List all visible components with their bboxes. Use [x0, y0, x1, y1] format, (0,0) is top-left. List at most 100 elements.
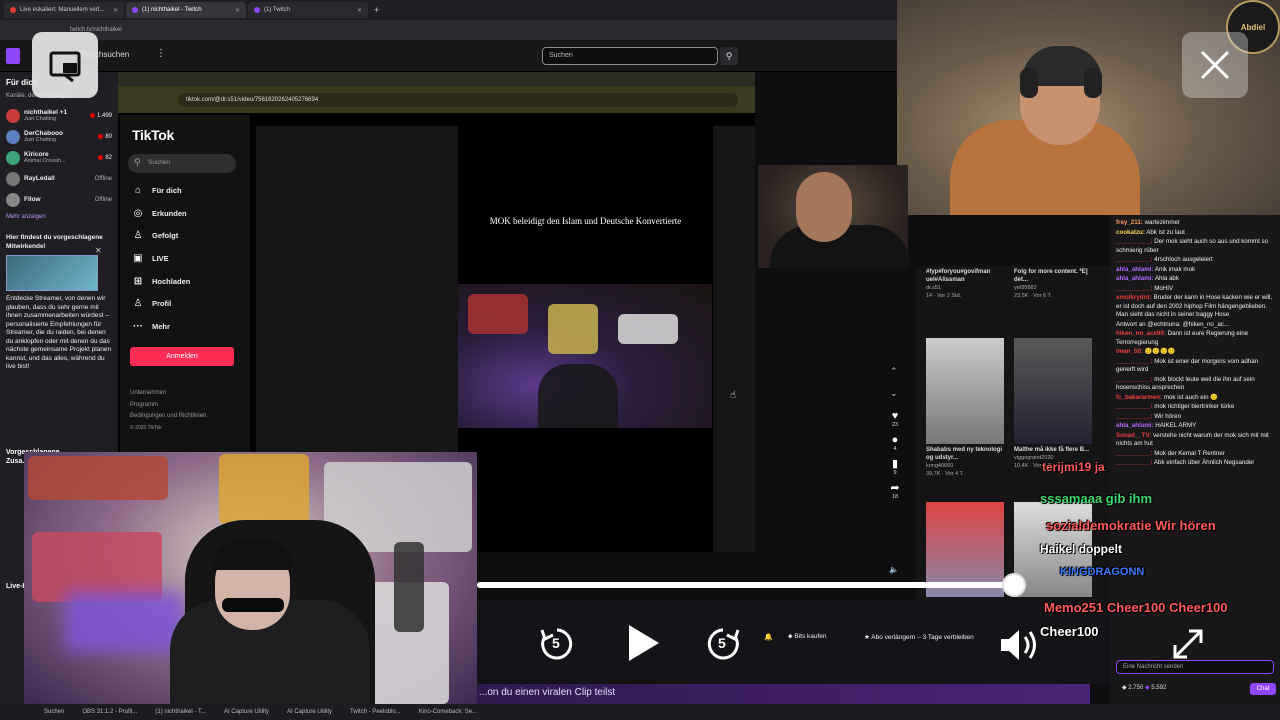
chat-username[interactable]: fc_bakararmen: [1116, 394, 1162, 401]
play-icon [629, 625, 659, 661]
cursor-icon: ☝ [730, 390, 737, 401]
twitch-logo-icon[interactable] [6, 48, 20, 64]
sidebar-channel[interactable]: nichthaikel +1 Just Chatting 1.499 [0, 105, 118, 126]
sidebar-channel[interactable]: Kiricore Animal Crossin... 82 [0, 147, 118, 168]
heart-icon: ♥ [891, 410, 899, 422]
chat-username[interactable]: __________: [1116, 285, 1152, 292]
close-tab-icon[interactable]: ✕ [235, 7, 240, 14]
chat-username[interactable]: __________: [1116, 403, 1152, 410]
chevron-down-icon[interactable]: ⌄ [890, 388, 898, 399]
footer-link[interactable]: Bedingungen und Richtlinien [130, 411, 206, 423]
sidebar-channel[interactable]: DerChabooo Just Chatting 80 [0, 126, 118, 147]
chat-username[interactable]: ahla_ahlami: [1116, 422, 1154, 429]
points-icon: ◆ [1144, 685, 1150, 691]
tiktok-nav-item[interactable]: ◎ Erkunden [0, 202, 250, 225]
more-menu-icon[interactable]: ⋮ [156, 48, 166, 59]
browser-tab[interactable]: Live eskaliert: Manuellem vert... ✕ [4, 2, 124, 18]
graffiti-decor [548, 304, 598, 354]
twitch-search-input[interactable]: Suchen [542, 47, 718, 65]
chat-username[interactable]: Sonad__TV: [1116, 432, 1151, 439]
tiktok-nav-item[interactable]: ⌂ Für dich [0, 179, 250, 202]
chat-username[interactable]: __________: [1116, 413, 1152, 420]
footer-link[interactable]: Unternehmen [130, 388, 206, 400]
chat-username[interactable]: __________: [1116, 450, 1152, 457]
chat-send-button[interactable]: Chat [1250, 683, 1276, 695]
chat-username[interactable]: frey_211: [1116, 219, 1143, 226]
chevron-up-icon[interactable]: ⌃ [890, 366, 898, 377]
chat-username[interactable]: hiken_no_ace99: [1116, 330, 1166, 337]
chat-username[interactable]: __________: [1116, 256, 1152, 263]
taskbar-item[interactable]: OBS 31.1.2 - Profil... [82, 709, 137, 715]
chat-username[interactable]: __________: [1116, 376, 1152, 383]
tiktok-nav-item[interactable]: ♙ Profil [0, 292, 250, 315]
forward-button[interactable]: 5 [704, 625, 742, 663]
comment-icon: ● [891, 434, 899, 446]
close-tab-icon[interactable]: ✕ [113, 7, 118, 14]
tiktok-search-input[interactable]: Suchen [128, 154, 236, 173]
chat-username[interactable]: ahla_ahlami: [1116, 275, 1154, 282]
chat-username[interactable]: xmolkrydrd: [1116, 294, 1152, 301]
close-overlay-button[interactable] [1182, 32, 1248, 98]
chat-message: __________: Der mok sieht auch so aus un… [1110, 238, 1280, 255]
browser-tab[interactable]: (1) Twitch ✕ [248, 2, 368, 18]
copyright: © 2025 TikTok [130, 424, 162, 431]
seek-handle[interactable] [1002, 573, 1026, 597]
seek-bar[interactable] [477, 582, 1014, 588]
taskbar-item[interactable]: (1) nichthaikel - T... [155, 709, 206, 715]
chat-username[interactable]: __________: [1116, 238, 1152, 245]
chat-message-list: frey_211: wartezimmer cookatzu: Abk ist z… [1110, 215, 1280, 468]
tiktok-nav-item[interactable]: ··· Mehr [0, 315, 250, 338]
video-action[interactable]: ● 4 [884, 434, 906, 454]
tiktok-nav-item[interactable]: ♙ Gefolgt [0, 224, 250, 247]
twitch-icon [132, 7, 138, 13]
buy-bits-button[interactable]: ⬥ Bits kaufen [788, 633, 827, 641]
headphones-icon [1020, 68, 1038, 98]
channel-game: Just Chatting [24, 137, 57, 143]
login-button[interactable]: Anmelden [130, 347, 234, 366]
video-card[interactable]: Folg for more content. *E] det... yet958… [1014, 266, 1092, 300]
taskbar-item[interactable]: Twitch - Peeloblo... [350, 709, 401, 715]
picture-in-picture-button[interactable] [32, 32, 98, 98]
chat-username[interactable]: __________: [1116, 358, 1152, 365]
tiktok-nav-item[interactable]: ⊞ Hochladen [0, 270, 250, 293]
video-action[interactable]: ♥ 23 [884, 410, 906, 430]
new-tab-button[interactable]: + [370, 5, 379, 15]
taskbar: Suchen OBS 31.1.2 - Profil... (1) nichthai… [0, 704, 1280, 720]
chat-username[interactable]: ahla_ahlami: [1116, 266, 1154, 273]
tiktok-nav-item[interactable]: ▣ LIVE [0, 247, 250, 270]
taskbar-item[interactable]: Suchen [44, 709, 64, 715]
bell-icon[interactable]: 🔔 [764, 633, 773, 641]
rewind-button[interactable]: 5 [538, 625, 576, 663]
play-button[interactable] [622, 622, 664, 664]
video-card[interactable]: Malthe må ikke få flere B... viggogrand2… [1014, 338, 1092, 470]
chat-username[interactable]: __________: [1116, 459, 1152, 466]
fullscreen-button[interactable] [1168, 624, 1208, 664]
chat-username[interactable]: iman_50: [1116, 348, 1143, 355]
chat-message: __________: Abk einfach über Ähnlich Neg… [1110, 459, 1280, 468]
tiktok-address-bar[interactable]: tiktok.com/@dr.s51/video/756182026240527… [118, 86, 755, 113]
browser-tab[interactable]: (1) nichthaikel - Twitch ✕ [126, 2, 246, 18]
taskbar-item[interactable]: AI Capture Utility [287, 709, 332, 715]
close-tab-icon[interactable]: ✕ [357, 7, 362, 14]
tiktok-logo[interactable]: TikTok [132, 127, 174, 143]
graffiti-decor [618, 314, 678, 344]
live-dot-icon [98, 155, 104, 160]
chat-username[interactable]: cookatzu: [1116, 229, 1145, 236]
search-icon[interactable]: ⚲ [720, 47, 738, 65]
video-action[interactable]: ▮ 9 [884, 459, 906, 478]
channel-points[interactable]: ◆ 2.750 ◆ 5.592 [1122, 684, 1166, 691]
video-card[interactable]: #fyp#foryou#govifman uel#Alissman dr.s51… [926, 266, 1004, 300]
chat-text: 4rschloch ausgeleiert [1154, 256, 1213, 263]
volume-icon[interactable]: 🔈 [889, 565, 899, 574]
chat-overlay-text: sssamaaa gib ihm [1040, 491, 1152, 506]
volume-icon [1001, 630, 1036, 660]
video-card[interactable]: Shababs med ny teknologi og udstyr... ko… [926, 338, 1004, 478]
taskbar-item[interactable]: AI Capture Utility [224, 709, 269, 715]
address-bar[interactable]: twitch.tv/nichthaikel [0, 20, 897, 40]
video-action[interactable]: ➦ 18 [884, 483, 906, 502]
renew-sub-button[interactable]: ★ Abo verlängern – 3 Tage verbleiben [864, 633, 974, 641]
footer-link[interactable]: Programm [130, 400, 206, 412]
clip-banner[interactable]: ...on du einen viralen Clip teilst [477, 684, 1090, 704]
volume-button[interactable] [996, 624, 1042, 666]
taskbar-item[interactable]: Kino-Comeback: Se... [419, 709, 477, 715]
